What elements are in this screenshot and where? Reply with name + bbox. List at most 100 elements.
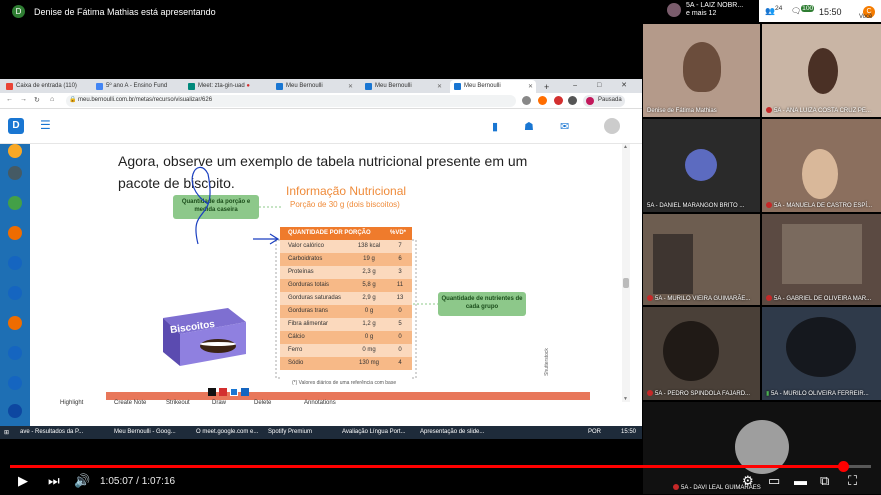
- back-icon[interactable]: ←: [6, 96, 13, 103]
- people-icon[interactable]: 👥24: [765, 5, 782, 16]
- fullscreen-icon[interactable]: ⛶: [848, 473, 857, 489]
- participant-name: 5A - DANIEL MARANGON BRITO ...: [647, 203, 745, 209]
- self-label: Você: [859, 14, 873, 20]
- video-time-readout: 1:05:07 / 1:07:16: [100, 476, 176, 487]
- slide-scrollbar[interactable]: ▲ ▼: [622, 144, 630, 402]
- scroll-down-icon[interactable]: ▼: [623, 396, 628, 402]
- taskbar-item[interactable]: Spotify Premium: [268, 429, 312, 435]
- taskbar-item[interactable]: O meet.google.com e...: [196, 429, 258, 435]
- tab-bernoulli-1[interactable]: Meu Bernoulli ✕: [272, 80, 356, 93]
- close-tab-icon[interactable]: ✕: [528, 83, 533, 90]
- play-icon[interactable]: ▶: [18, 473, 28, 489]
- bernoulli-logo[interactable]: D: [8, 118, 24, 134]
- mail-icon[interactable]: ✉: [560, 120, 569, 133]
- participant-name: 5A - GABRIEL DE OLIVEIRA MAR...: [766, 295, 871, 302]
- sidebar-icon-1[interactable]: [8, 144, 22, 158]
- user-avatar[interactable]: [604, 118, 620, 134]
- tool-draw[interactable]: Draw: [212, 400, 226, 406]
- mic-off-icon: [647, 295, 653, 301]
- slide-content: Agora, observe um exemplo de tabela nutr…: [48, 144, 612, 406]
- volume-icon[interactable]: 🔊: [74, 473, 90, 489]
- tool-create-note[interactable]: Create Note: [114, 400, 146, 406]
- forward-icon[interactable]: →: [20, 96, 27, 103]
- extension-icon[interactable]: [554, 96, 563, 105]
- start-icon[interactable]: ⊞: [4, 429, 9, 436]
- sidebar-icon-10[interactable]: [8, 404, 22, 418]
- bernoulli-icon: [454, 83, 461, 90]
- taskbar-item[interactable]: Meu Bernoulli - Goog...: [114, 429, 176, 435]
- miniplayer-icon[interactable]: ▭: [768, 473, 780, 489]
- left-sidebar: [0, 144, 30, 426]
- address-bar-row: ← → ↻ ⌂ 🔒 meu.bernoulli.com.br/metas/rec…: [0, 93, 642, 109]
- close-tab-icon[interactable]: ✕: [437, 83, 442, 90]
- tool-strikeout[interactable]: Strikeout: [166, 400, 190, 406]
- participant-tile[interactable]: 5A - MANUELA DE CASTRO ESPÍ...: [762, 119, 881, 212]
- taskbar-item[interactable]: Avaliação Língua Port...: [342, 429, 406, 435]
- sidebar-icon-8[interactable]: [8, 346, 22, 360]
- table-row: Gorduras trans 0 g0: [280, 305, 412, 318]
- sidebar-icon-6[interactable]: [8, 286, 22, 300]
- shared-browser-window: Caixa de entrada (110) 5º ano A - Ensino…: [0, 79, 642, 439]
- home-icon[interactable]: ⌂: [50, 96, 54, 103]
- tab-bernoulli-2[interactable]: Meu Bernoulli ✕: [361, 80, 445, 93]
- participant-tile[interactable]: Denise de Fátima Mathias: [643, 24, 760, 117]
- sidebar-icon-4[interactable]: [8, 226, 22, 240]
- windows-taskbar: ⊞ ave - Resultados da P... Meu Bernoulli…: [0, 426, 642, 439]
- color-swatch-darkblue[interactable]: [241, 388, 249, 396]
- taskbar-item[interactable]: Apresentação de slide...: [420, 429, 484, 435]
- cast-icon[interactable]: ⧉: [820, 473, 829, 489]
- puzzle-icon[interactable]: [568, 96, 577, 105]
- participant-name: 5A - PEDRO SPINDOLA FAJARD...: [647, 390, 750, 397]
- settings-gear-icon[interactable]: ⚙: [742, 473, 754, 489]
- url-field[interactable]: 🔒 meu.bernoulli.com.br/metas/recurso/vis…: [66, 95, 516, 107]
- tool-delete[interactable]: Delete: [254, 400, 271, 406]
- extension-icon[interactable]: [538, 96, 547, 105]
- color-swatch-black[interactable]: [208, 388, 216, 396]
- tool-annotations[interactable]: Annotations: [304, 400, 336, 406]
- participant-tile[interactable]: 5A - ANA LUIZA COSTA CRUZ PE...: [762, 24, 881, 117]
- taskbar-clock: 15:50: [620, 429, 636, 435]
- sidebar-icon-5[interactable]: [8, 256, 22, 270]
- taskbar-item[interactable]: ave - Resultados da P...: [20, 429, 83, 435]
- gmail-icon: [6, 83, 13, 90]
- profile-paused-button[interactable]: Pausada: [583, 95, 625, 107]
- sidebar-icon-2[interactable]: [8, 166, 22, 180]
- next-icon[interactable]: ⏭: [48, 473, 60, 489]
- language-indicator[interactable]: POR: [588, 429, 601, 435]
- tab-meet[interactable]: Meet: zta-gin-uad ●: [184, 80, 270, 93]
- tab-bernoulli-active[interactable]: Meu Bernoulli ✕: [450, 80, 536, 93]
- tab-classroom[interactable]: 5º ano A - Ensino Fund: [92, 80, 174, 93]
- participant-tile[interactable]: 5A - MURILO VIEIRA GUIMARÃE...: [643, 214, 760, 305]
- reload-icon[interactable]: ↻: [34, 96, 40, 104]
- participant-tile[interactable]: 5A - GABRIEL DE OLIVEIRA MAR...: [762, 214, 881, 305]
- chat-icon[interactable]: 🗨100: [791, 5, 815, 16]
- scroll-up-icon[interactable]: ▲: [623, 144, 628, 150]
- tab-gmail[interactable]: Caixa de entrada (110): [2, 80, 80, 93]
- nutrition-table-header: QUANTIDADE POR PORÇÃO %VD*: [280, 227, 412, 240]
- table-row: Gorduras totais 5,8 g 11: [280, 279, 412, 292]
- participant-tile[interactable]: 5A - DANIEL MARANGON BRITO ...: [643, 119, 760, 212]
- close-tab-icon[interactable]: ✕: [348, 83, 353, 90]
- sidebar-icon-3[interactable]: [8, 196, 22, 210]
- book-icon[interactable]: ▮: [492, 120, 498, 133]
- sidebar-icon-7[interactable]: [8, 316, 22, 330]
- scrollbar-thumb[interactable]: [623, 278, 629, 288]
- table-row: Sódio 130 mg 4: [280, 357, 412, 370]
- new-tab-button[interactable]: +: [540, 79, 556, 92]
- hamburger-menu-icon[interactable]: ☰: [40, 118, 51, 132]
- biscuit-box-icon: [163, 308, 246, 366]
- window-controls[interactable]: – □ ✕: [573, 81, 636, 89]
- participant-tile[interactable]: ▮ 5A - MURILO OLIVEIRA FERREIR...: [762, 307, 881, 400]
- participant-tile[interactable]: 5A - PEDRO SPINDOLA FAJARD...: [643, 307, 760, 400]
- theater-mode-icon[interactable]: ▬: [794, 473, 807, 488]
- color-swatch-red[interactable]: [219, 388, 227, 396]
- table-row: Cálcio 0 g0: [280, 331, 412, 344]
- users-icon[interactable]: ☗: [524, 120, 534, 133]
- lock-icon: 🔒: [69, 97, 77, 103]
- key-icon[interactable]: [522, 96, 531, 105]
- color-swatch-blue-selected[interactable]: [230, 388, 238, 396]
- sidebar-icon-9[interactable]: [8, 376, 22, 390]
- video-progress-bar[interactable]: [10, 461, 871, 472]
- presenting-text: Denise de Fátima Mathias está apresentan…: [34, 7, 216, 17]
- tool-highlight[interactable]: Highlight: [60, 400, 83, 406]
